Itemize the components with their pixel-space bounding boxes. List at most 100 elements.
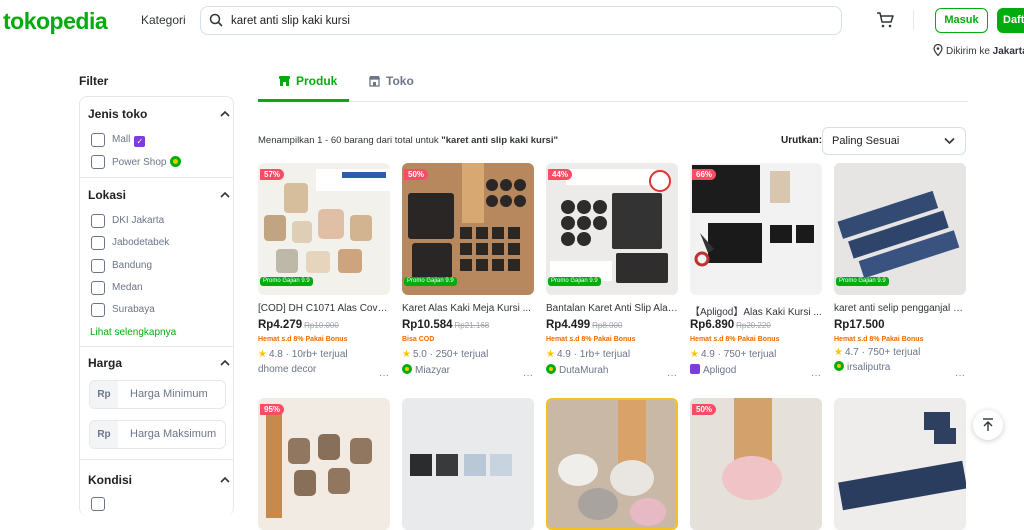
filter-lokasi-title[interactable]: Lokasi <box>88 188 126 202</box>
star-icon: ★ <box>546 349 555 360</box>
more-options-icon[interactable]: ··· <box>667 370 677 381</box>
promo-label: Promo Gajian 9.9 <box>548 277 601 286</box>
star-icon: ★ <box>402 349 411 360</box>
bonus-label: Bisa COD <box>402 336 435 343</box>
filter-kondisi-title[interactable]: Kondisi <box>88 473 132 487</box>
product-image[interactable]: 57% Promo Gajian 9.9 <box>258 163 390 295</box>
chevron-up-icon[interactable] <box>220 358 230 368</box>
chevron-up-icon[interactable] <box>220 475 230 485</box>
power-shop-badge-icon <box>170 156 182 167</box>
more-options-icon[interactable]: ··· <box>811 370 821 381</box>
shop-name[interactable]: irsaliputra <box>834 361 890 373</box>
product-image[interactable]: 50% <box>690 398 822 530</box>
max-price-input[interactable]: Rp Harga Maksimum <box>89 420 226 449</box>
active-tab-indicator <box>258 99 349 102</box>
sort-dropdown[interactable]: Paling Sesuai <box>822 127 966 155</box>
star-icon: ★ <box>834 347 843 358</box>
original-price: Rp8.000 <box>592 321 623 330</box>
currency-prefix: Rp <box>90 421 118 448</box>
shop-name[interactable]: dhome decor <box>258 364 316 375</box>
product-rating: ★ 4.9 · 1rb+ terjual <box>546 349 631 360</box>
checkbox-dki-jakarta[interactable] <box>91 214 105 228</box>
min-price-placeholder: Harga Minimum <box>130 388 208 400</box>
product-name[interactable]: [COD] DH C1071 Alas Cover ... <box>258 303 390 314</box>
product-image[interactable] <box>402 398 534 530</box>
product-price: Rp6.890 Rp20.220 <box>690 319 771 331</box>
checkbox-power-shop[interactable] <box>91 155 105 169</box>
register-button[interactable]: Daft <box>997 8 1024 33</box>
product-image[interactable]: 50% Promo Gajian 9.9 <box>402 163 534 295</box>
product-image[interactable]: Promo Gajian 9.9 <box>834 163 966 295</box>
store-icon <box>279 76 290 86</box>
filter-panel: Jenis toko Mall ✓ Power Shop Lokasi DKI J… <box>79 96 234 516</box>
search-input[interactable] <box>231 12 831 30</box>
checkbox-power-shop-label: Power Shop <box>112 156 182 168</box>
chevron-down-icon <box>944 137 955 145</box>
checkbox-mall[interactable] <box>91 133 105 147</box>
promo-label: Promo Gajian 9.9 <box>404 277 457 286</box>
scroll-to-top-button[interactable] <box>973 410 1003 440</box>
product-price: Rp17.500 <box>834 319 885 331</box>
top-header: tokopedia Kategori Masuk Daft Dikirim ke… <box>0 0 1024 57</box>
shop-name[interactable]: Miazyar <box>402 364 450 376</box>
checkbox-label: Surabaya <box>112 304 155 315</box>
power-shop-badge-icon <box>402 364 412 374</box>
shipping-location[interactable]: Dikirim ke Jakarta <box>933 43 1024 57</box>
cart-icon[interactable] <box>876 11 894 34</box>
checkbox-kondisi[interactable] <box>91 497 105 511</box>
mall-badge-icon <box>690 364 700 374</box>
tokopedia-logo[interactable]: tokopedia <box>3 8 108 35</box>
more-options-icon[interactable]: ··· <box>379 370 389 381</box>
bonus-label: Hemat s.d 8% Pakai Bonus <box>546 336 636 343</box>
power-shop-badge-icon <box>834 361 844 371</box>
checkbox-medan[interactable] <box>91 281 105 295</box>
discount-badge: 57% <box>260 169 285 180</box>
chevron-up-icon[interactable] <box>220 109 230 119</box>
login-button[interactable]: Masuk <box>935 8 988 33</box>
min-price-input[interactable]: Rp Harga Minimum <box>89 380 226 409</box>
bonus-label: Hemat s.d 8% Pakai Bonus <box>690 336 780 343</box>
product-image[interactable]: 66% <box>690 163 822 295</box>
kategori-menu[interactable]: Kategori <box>141 13 186 27</box>
product-name[interactable]: karet anti selip pengganjal ka... <box>834 303 966 314</box>
product-rating: ★ 4.9 · 750+ terjual <box>690 349 777 360</box>
filter-jenis-toko-title[interactable]: Jenis toko <box>88 107 147 121</box>
filter-title: Filter <box>79 74 109 88</box>
product-name[interactable]: Bantalan Karet Anti Slip Alas ... <box>546 303 678 314</box>
original-price: Rp20.220 <box>736 321 771 330</box>
product-name[interactable]: 【Apligod】Alas Kaki Kursi ... <box>690 303 822 318</box>
promo-label: Promo Gajian 9.9 <box>836 277 889 286</box>
more-options-icon[interactable]: ··· <box>955 370 965 381</box>
chevron-up-icon[interactable] <box>220 190 230 200</box>
power-shop-badge-icon <box>546 364 556 374</box>
filter-harga-title[interactable]: Harga <box>88 356 122 370</box>
discount-badge: 44% <box>548 169 573 180</box>
checkbox-bandung[interactable] <box>91 259 105 273</box>
original-price: Rp21.168 <box>454 321 490 330</box>
product-image[interactable] <box>834 398 966 530</box>
product-name[interactable]: Karet Alas Kaki Meja Kursi ... <box>402 303 534 314</box>
checkbox-surabaya[interactable] <box>91 303 105 317</box>
discount-badge: 50% <box>692 404 717 415</box>
product-image[interactable] <box>546 398 678 530</box>
checkbox-label: Jabodetabek <box>112 237 170 248</box>
star-icon: ★ <box>258 349 267 360</box>
search-bar[interactable] <box>200 6 842 35</box>
location-prefix: Dikirim ke <box>946 46 990 57</box>
product-rating: ★ 4.8 · 10rb+ terjual <box>258 349 348 360</box>
shop-name[interactable]: DutaMurah <box>546 364 608 376</box>
filter-divider <box>80 346 233 347</box>
tab-produk[interactable]: Produk <box>278 74 337 88</box>
more-options-icon[interactable]: ··· <box>523 370 533 381</box>
filter-divider <box>80 459 233 460</box>
mall-badge-icon: ✓ <box>134 136 146 147</box>
checkbox-jabodetabek[interactable] <box>91 236 105 250</box>
product-image[interactable]: 44% Promo Gajian 9.9 <box>546 163 678 295</box>
product-image[interactable]: 95% <box>258 398 390 530</box>
shop-name[interactable]: Apligod <box>690 364 736 376</box>
see-more-link[interactable]: Lihat selengkapnya <box>90 327 176 338</box>
product-price: Rp10.584 Rp21.168 <box>402 319 490 331</box>
tab-toko[interactable]: Toko <box>368 74 414 88</box>
result-tabs: Produk Toko <box>258 60 968 102</box>
product-price: Rp4.279 Rp10.000 <box>258 319 339 331</box>
